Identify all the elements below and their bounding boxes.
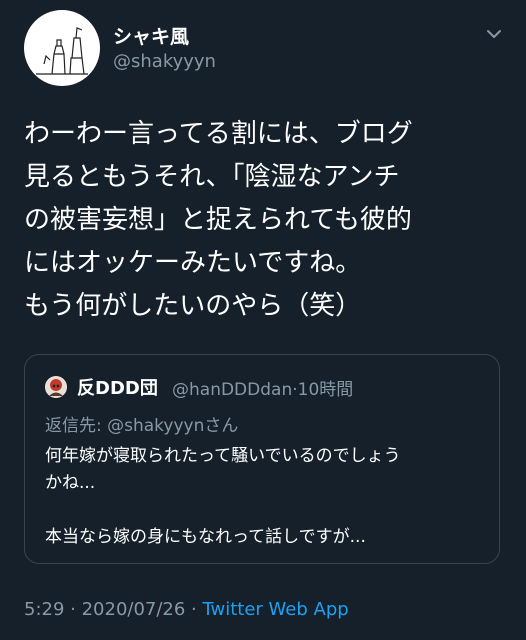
timestamp[interactable]: 5:29 · 2020/07/26 · bbox=[24, 599, 203, 620]
chevron-down-icon[interactable] bbox=[484, 24, 504, 44]
tweet-footer: 5:29 · 2020/07/26 · Twitter Web App bbox=[24, 599, 349, 620]
author-display-name[interactable]: シャキ風 bbox=[113, 22, 189, 49]
quoted-author-handle-time: @hanDDDdan·10時間 bbox=[172, 380, 354, 400]
quoted-author-display-name: 反DDD団 bbox=[77, 378, 158, 399]
quoted-author-avatar[interactable] bbox=[45, 376, 67, 398]
author-avatar[interactable] bbox=[24, 10, 100, 86]
reply-to-line: 返信先: @shakyyynさん bbox=[45, 416, 239, 436]
tweet-text: わーわー言ってる割には、ブログ 見るともうそれ、「陰湿なアンチ の被害妄想」と捉… bbox=[24, 119, 413, 321]
sketch-avatar-icon bbox=[36, 27, 88, 75]
source-link[interactable]: Twitter Web App bbox=[203, 599, 349, 620]
quoted-tweet-card[interactable]: 反DDD団 @hanDDDdan·10時間 返信先: @shakyyynさん 何… bbox=[24, 354, 500, 564]
quoted-tweet-text: 何年嫁が寝取られたって騒いでいるのでしょう かね... 本当なら嫁の身にもなれっ… bbox=[45, 446, 401, 547]
author-handle[interactable]: @shakyyyn bbox=[113, 51, 216, 72]
character-avatar-icon bbox=[45, 376, 67, 398]
